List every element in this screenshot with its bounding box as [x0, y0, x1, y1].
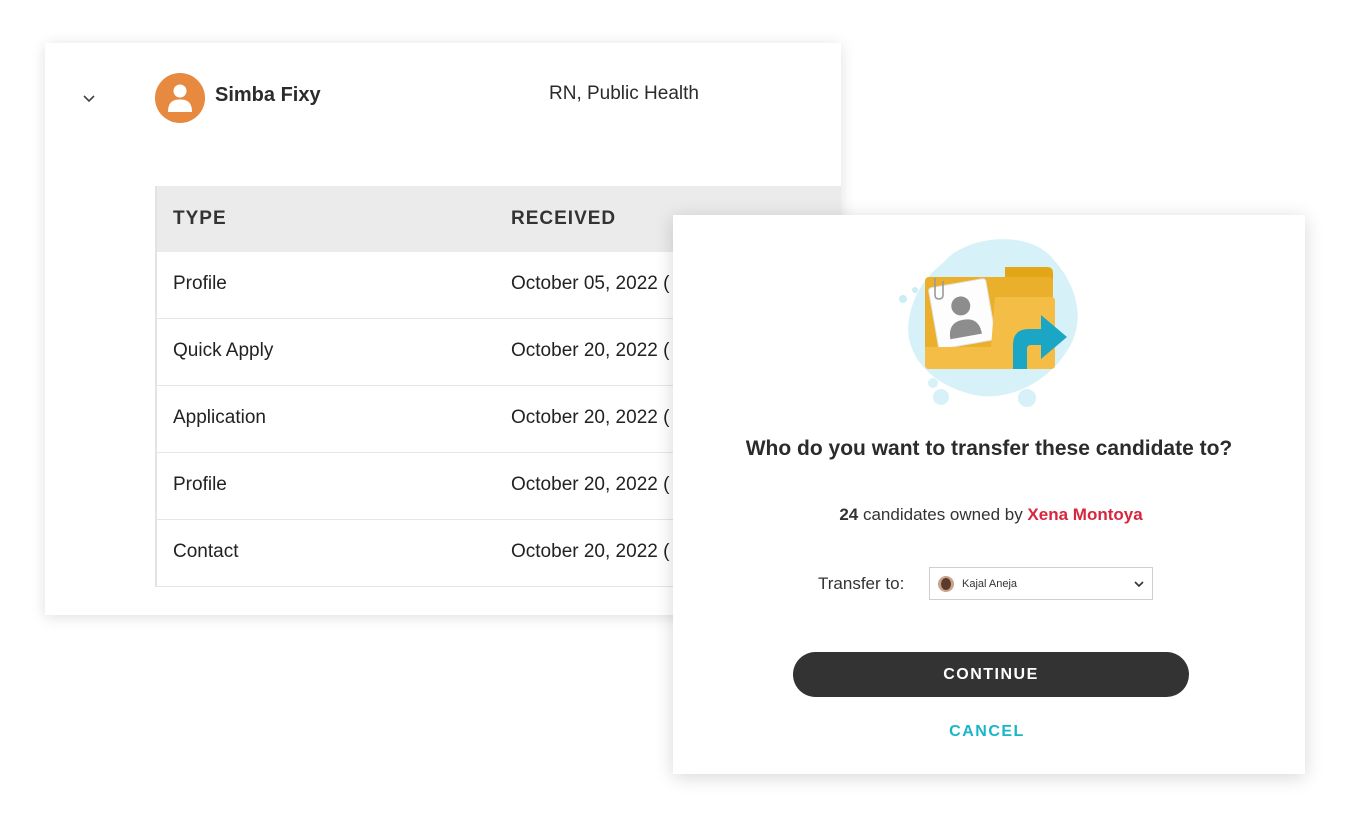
transfer-to-label: Transfer to: [818, 574, 905, 593]
cell-type: Profile [173, 474, 227, 495]
chevron-down-icon[interactable] [80, 89, 98, 107]
folder-transfer-icon [899, 239, 1078, 407]
cell-received: October 20, 2022 ( [511, 474, 670, 495]
candidate-title: RN, Public Health [549, 83, 699, 104]
cancel-button[interactable]: CANCEL [673, 723, 1301, 741]
candidate-count: 24 [839, 505, 859, 524]
transfer-to-select[interactable]: Kajal Aneja [929, 567, 1153, 600]
user-icon [168, 84, 192, 112]
cell-received: October 20, 2022 ( [511, 407, 670, 428]
owned-text: candidates owned by [858, 505, 1028, 524]
cell-type: Application [173, 407, 266, 428]
header-received[interactable]: RECEIVED [511, 208, 616, 230]
transfer-modal: Who do you want to transfer these candid… [673, 215, 1305, 774]
cell-received: October 20, 2022 ( [511, 340, 670, 361]
cell-received: October 20, 2022 ( [511, 541, 670, 562]
selected-user: Kajal Aneja [962, 577, 1018, 590]
chevron-down-icon [1134, 581, 1144, 588]
avatar [938, 575, 954, 592]
ownership-summary: 24 candidates owned by Xena Montoya [673, 505, 1309, 525]
cell-type: Quick Apply [173, 340, 274, 361]
owner-name: Xena Montoya [1027, 505, 1143, 524]
candidate-name[interactable]: Simba Fixy [215, 84, 321, 107]
header-type[interactable]: TYPE [173, 208, 227, 230]
avatar [155, 73, 205, 123]
continue-button[interactable]: CONTINUE [793, 652, 1189, 697]
cell-type: Contact [173, 541, 239, 562]
cell-received: October 05, 2022 ( [511, 273, 670, 294]
cell-type: Profile [173, 273, 227, 294]
modal-title: Who do you want to transfer these candid… [745, 437, 1233, 460]
